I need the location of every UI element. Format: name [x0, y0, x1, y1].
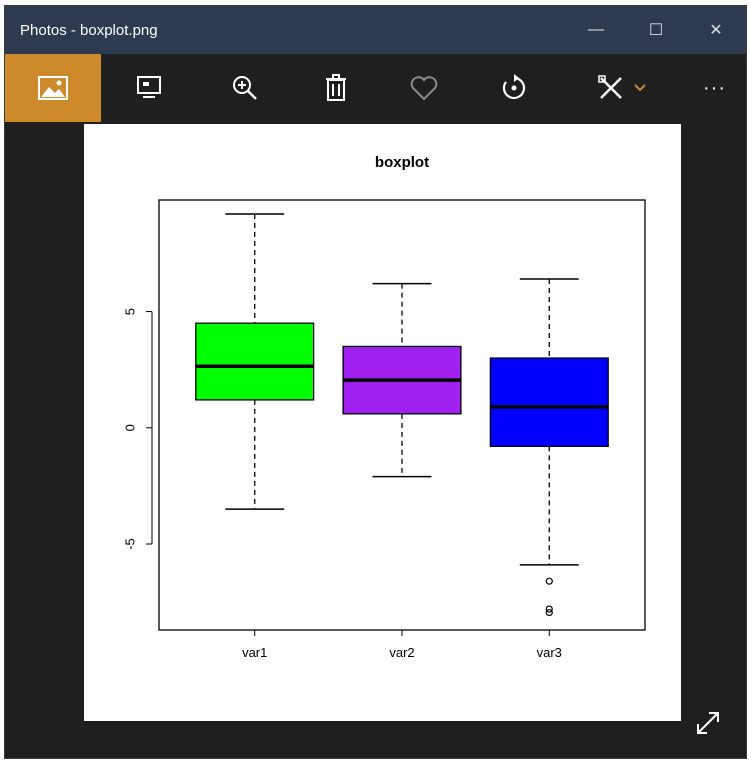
image-icon	[38, 76, 68, 100]
toolbar: ···	[5, 54, 746, 122]
box-group-var2	[342, 282, 462, 478]
box-group-var1	[195, 213, 315, 510]
maximize-button[interactable]: ☐	[626, 6, 686, 54]
x-tick-label: var2	[389, 645, 414, 660]
box-group-var3	[489, 278, 609, 617]
view-image-button[interactable]	[5, 54, 101, 122]
image-viewer: boxplot -5 0 5 var1 var2 var3	[5, 122, 746, 758]
edit-button[interactable]	[559, 54, 683, 122]
slideshow-button[interactable]	[101, 54, 197, 122]
minimize-button[interactable]: —	[566, 6, 626, 54]
slideshow-icon	[137, 76, 161, 98]
zoom-in-icon	[233, 76, 257, 100]
y-tick-label: 0	[122, 424, 137, 431]
favorite-icon	[410, 76, 438, 101]
photos-window: Photos - boxplot.png — ☐ ✕ ··· boxplot -…	[4, 5, 747, 759]
title-bar: Photos - boxplot.png — ☐ ✕	[5, 6, 746, 54]
window-title: Photos - boxplot.png	[20, 21, 158, 39]
close-button[interactable]: ✕	[686, 6, 746, 54]
zoom-button[interactable]	[197, 54, 293, 122]
image-canvas: boxplot -5 0 5 var1 var2 var3	[84, 124, 681, 721]
delete-icon	[326, 74, 346, 101]
edit-icon	[598, 75, 622, 99]
expand-icon	[697, 712, 719, 734]
favorite-button[interactable]	[379, 54, 469, 122]
y-tick-label: 5	[122, 308, 137, 315]
box-var1	[195, 322, 315, 401]
chevron-down-icon	[634, 84, 646, 92]
rotate-button[interactable]	[469, 54, 559, 122]
x-tick-label: var3	[537, 645, 562, 660]
chart-title: boxplot	[375, 154, 429, 171]
fullscreen-button[interactable]	[691, 706, 725, 740]
boxplot-chart: boxplot -5 0 5 var1 var2 var3	[122, 154, 646, 660]
outlier-point	[545, 577, 553, 585]
box-var3	[489, 357, 609, 448]
y-tick-label: -5	[122, 538, 137, 550]
rotate-icon	[502, 74, 526, 100]
x-tick-label: var1	[242, 645, 267, 660]
more-button[interactable]: ···	[683, 54, 746, 122]
delete-button[interactable]	[293, 54, 379, 122]
